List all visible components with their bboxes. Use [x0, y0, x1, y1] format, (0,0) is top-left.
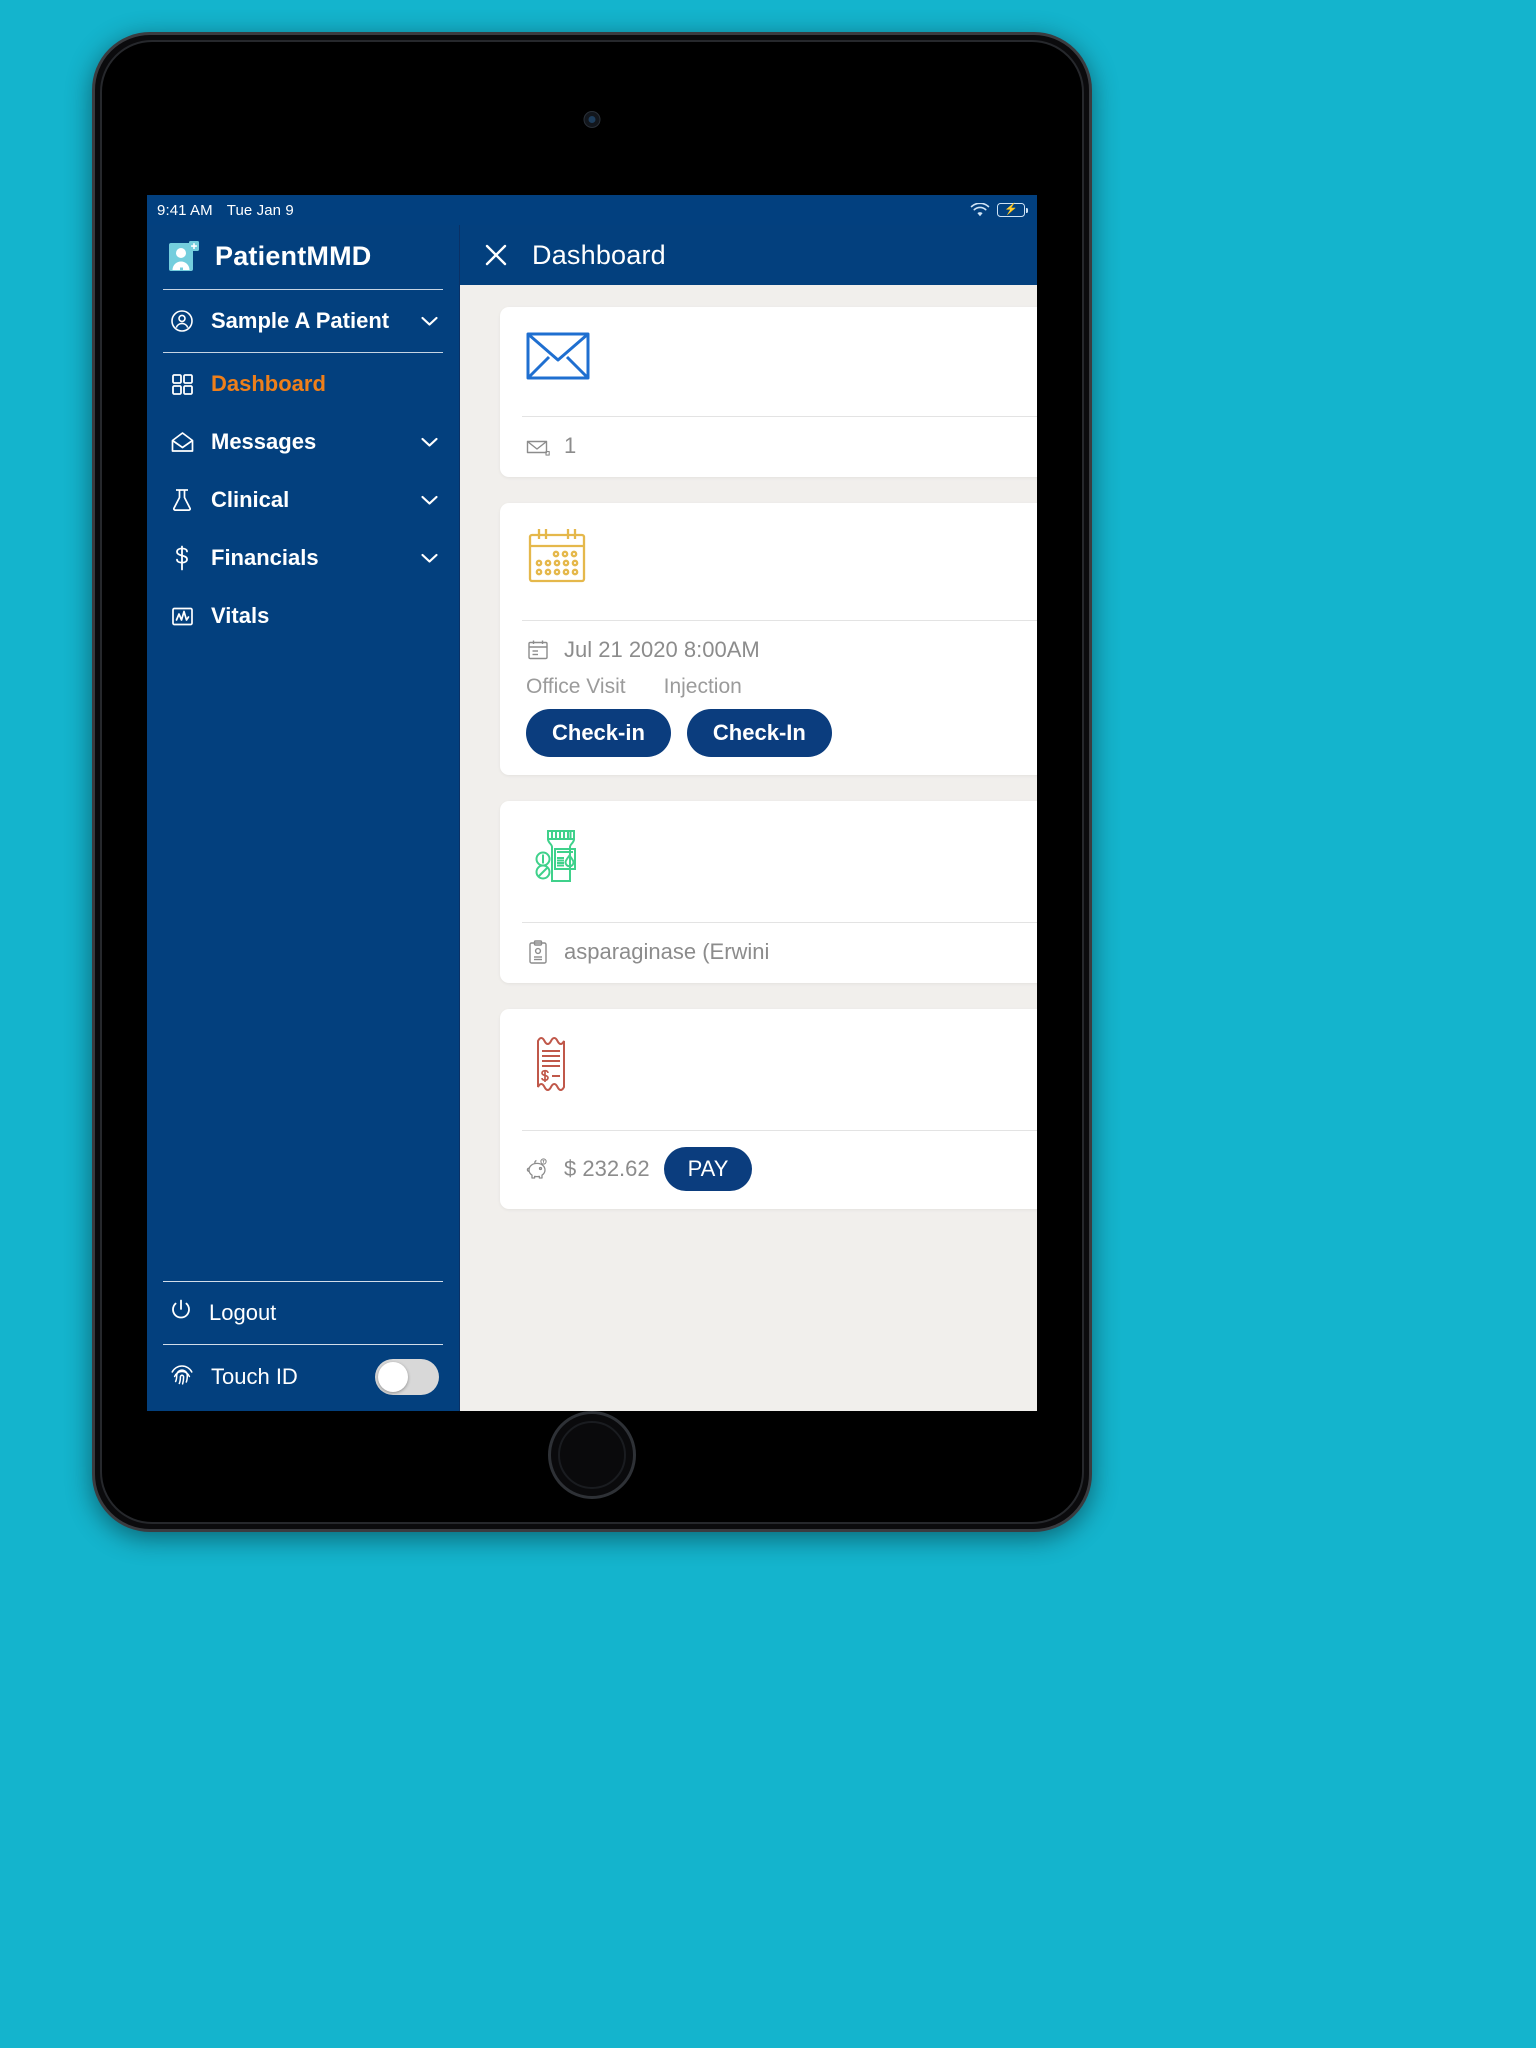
user-circle-icon	[169, 308, 195, 334]
status-bar: 9:41 AM Tue Jan 9 ⚡	[147, 195, 1037, 225]
sidebar-item-vitals[interactable]: Vitals	[147, 587, 459, 645]
sidebar-item-clinical[interactable]: Clinical	[147, 471, 459, 529]
logout-label: Logout	[209, 1300, 277, 1325]
sidebar-item-messages[interactable]: Messages	[147, 413, 459, 471]
dashboard-content: 1 Jul 21 2020 8:00AM Office Visit Inject…	[460, 285, 1037, 1411]
appointment-actions: Check-in Check-In	[526, 709, 1037, 757]
appointment-datetime: Jul 21 2020 8:00AM	[564, 637, 760, 662]
appointment-type-label: Injection	[663, 675, 742, 698]
billing-card-footer: $ 232.62 PAY	[500, 1131, 1037, 1209]
sidebar-divider-top	[163, 289, 443, 290]
sidebar-item-label: Financials	[211, 545, 319, 570]
check-in-button-office-visit[interactable]: Check-in	[526, 709, 671, 757]
top-bar: Dashboard	[460, 225, 1037, 285]
logout-button[interactable]: Logout	[147, 1282, 459, 1344]
mail-count-icon	[526, 434, 550, 458]
power-icon	[169, 1298, 193, 1328]
billing-card[interactable]: $ 232.62 PAY	[500, 1009, 1037, 1209]
billing-card-hero	[500, 1009, 1037, 1130]
sidebar-nav-list: Dashboard Messages Clinical Financials V…	[147, 353, 459, 645]
messages-card-hero	[500, 307, 1037, 416]
home-button[interactable]	[548, 1411, 636, 1499]
chevron-down-icon[interactable]	[419, 436, 439, 448]
grid-icon	[169, 371, 195, 397]
tablet-device: 9:41 AM Tue Jan 9 ⚡ PatientMMD Sample A …	[92, 32, 1092, 1532]
touch-id-toggle[interactable]	[375, 1359, 439, 1395]
status-bar-date: Tue Jan 9	[226, 201, 294, 219]
chevron-down-icon[interactable]	[419, 494, 439, 506]
appointment-card[interactable]: Jul 21 2020 8:00AM Office Visit Injectio…	[500, 503, 1037, 775]
calendar-icon	[526, 529, 588, 589]
flask-icon	[169, 487, 195, 513]
sidebar-item-label: Dashboard	[211, 371, 326, 396]
medicine-bottle-icon	[526, 830, 588, 891]
medication-card[interactable]: asparaginase (Erwini	[500, 801, 1037, 983]
sidebar-item-label: Clinical	[211, 487, 290, 512]
messages-card-footer: 1	[500, 417, 1037, 477]
message-count: 1	[564, 433, 577, 458]
messages-card[interactable]: 1	[500, 307, 1037, 477]
appointment-card-footer: Jul 21 2020 8:00AM Office Visit Injectio…	[500, 621, 1037, 775]
page-title: Dashboard	[532, 239, 666, 270]
main-panel: Dashboard 1 Jul 21 2020 8:00AM Office Vi…	[460, 225, 1037, 1411]
toggle-knob	[378, 1362, 408, 1392]
pay-button[interactable]: PAY	[663, 1147, 753, 1191]
prescription-clipboard-icon	[526, 940, 550, 964]
sidebar-item-patient[interactable]: Sample A Patient	[147, 290, 459, 352]
sidebar-divider-bottom	[163, 1281, 443, 1282]
close-icon[interactable]	[482, 241, 510, 269]
touch-id-row[interactable]: Touch ID	[147, 1345, 459, 1411]
screenshot-stage: 9:41 AM Tue Jan 9 ⚡ PatientMMD Sample A …	[0, 0, 1536, 2048]
status-bar-time: 9:41 AM	[157, 201, 213, 219]
dollar-icon	[169, 545, 195, 571]
billing-amount: $ 232.62	[564, 1156, 650, 1181]
sidebar-item-financials[interactable]: Financials	[147, 529, 459, 587]
fingerprint-icon	[169, 1361, 195, 1393]
sidebar-divider-patient	[163, 352, 443, 353]
appointment-card-hero	[500, 503, 1037, 620]
chevron-down-icon[interactable]	[419, 315, 439, 327]
sidebar-item-dashboard[interactable]: Dashboard	[147, 355, 459, 413]
sidebar: PatientMMD Sample A Patient Dashboard Me…	[147, 225, 460, 1411]
sidebar-item-label: Vitals	[211, 603, 270, 628]
brand: PatientMMD	[147, 225, 459, 289]
wifi-icon	[970, 202, 990, 218]
chart-box-icon	[169, 603, 195, 629]
sidebar-patient-label: Sample A Patient	[211, 308, 390, 333]
brand-name: PatientMMD	[215, 240, 372, 271]
envelope-outline-icon	[526, 332, 590, 385]
front-camera	[583, 111, 601, 128]
medication-card-hero	[500, 801, 1037, 922]
appointment-type-label: Office Visit	[526, 675, 626, 698]
medication-card-footer: asparaginase (Erwini	[500, 923, 1037, 983]
patient-card-icon	[167, 239, 201, 273]
sidebar-item-label: Messages	[211, 429, 317, 454]
app-screen: 9:41 AM Tue Jan 9 ⚡ PatientMMD Sample A …	[147, 195, 1037, 1411]
appointment-types: Office Visit Injection	[526, 675, 1037, 699]
check-in-button-injection[interactable]: Check-In	[686, 709, 832, 757]
medication-name: asparaginase (Erwini	[564, 939, 770, 964]
chevron-down-icon[interactable]	[419, 552, 439, 564]
sidebar-divider-touchid	[163, 1344, 443, 1345]
touch-id-label: Touch ID	[211, 1364, 298, 1389]
calendar-small-icon	[526, 638, 550, 662]
receipt-icon	[526, 1037, 582, 1099]
battery-charging-icon: ⚡	[997, 203, 1028, 217]
envelope-icon	[169, 429, 195, 455]
piggy-bank-icon	[526, 1157, 550, 1181]
